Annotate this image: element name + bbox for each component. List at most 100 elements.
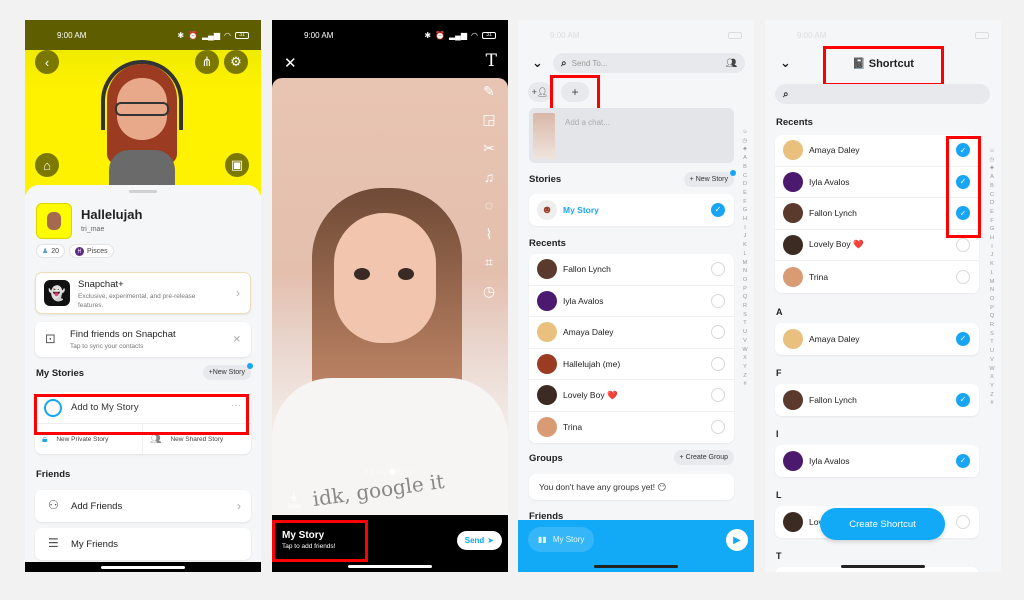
checkbox-unchecked[interactable] xyxy=(956,514,970,529)
new-story-button[interactable]: + New Story xyxy=(683,172,734,187)
contact-row[interactable]: Iyla Avalos ✓ xyxy=(775,167,979,198)
index-letter[interactable]: H xyxy=(743,215,747,224)
checkbox-checked[interactable]: ✓ xyxy=(956,143,970,158)
index-letter[interactable]: Y xyxy=(990,382,994,391)
text-tool-icon[interactable]: T xyxy=(486,51,497,71)
sticker-icon[interactable]: ◲ xyxy=(480,111,498,128)
index-letter[interactable]: L xyxy=(990,269,993,278)
index-letter[interactable]: O xyxy=(990,295,994,304)
index-letter[interactable]: C xyxy=(990,191,994,200)
contact-row[interactable]: Amaya Daley ✓ xyxy=(775,323,979,355)
pencil-icon[interactable]: ✎ xyxy=(480,83,498,100)
checkbox-checked[interactable]: ✓ xyxy=(956,331,970,346)
index-letter[interactable]: P xyxy=(990,304,994,313)
index-letter[interactable]: F xyxy=(990,217,993,226)
contact-row[interactable]: Trina xyxy=(529,412,734,444)
create-shortcut-button[interactable]: Create Shortcut xyxy=(820,508,945,540)
index-letter[interactable]: J xyxy=(744,232,747,241)
checkbox-unchecked[interactable] xyxy=(956,269,970,284)
contact-row[interactable]: Lovely Boy ❤️ xyxy=(775,230,979,261)
contact-row[interactable]: Iyla Avalos xyxy=(529,286,734,317)
index-letter[interactable]: B xyxy=(990,182,994,191)
send-button[interactable]: ▶ xyxy=(726,529,748,551)
index-letter[interactable]: ◷ xyxy=(990,156,995,165)
contact-row[interactable]: Hallelujah (me) xyxy=(529,349,734,380)
add-friend-button[interactable]: +👤︎ xyxy=(528,82,552,102)
index-letter[interactable]: D xyxy=(990,199,994,208)
sheet-handle[interactable] xyxy=(129,190,157,193)
checkbox-unchecked[interactable] xyxy=(711,356,725,371)
index-letter[interactable]: L xyxy=(743,250,746,259)
outfit-button[interactable]: ⌂ xyxy=(35,153,59,177)
my-story-selector[interactable]: My Story Tap to add friends! xyxy=(282,530,335,550)
checkbox-checked[interactable]: ✓ xyxy=(956,453,970,468)
add-friends-row[interactable]: ⚇ Add Friends › xyxy=(35,490,251,522)
lens-carousel[interactable]: ○○○○◉○○○ xyxy=(363,466,417,477)
index-letter[interactable]: ♣ xyxy=(990,164,994,173)
index-letter[interactable]: J xyxy=(991,251,994,260)
snap-score-chip[interactable]: ♟ 20 xyxy=(36,244,66,258)
checkbox-checked[interactable]: ✓ xyxy=(711,202,725,217)
index-letter[interactable]: ☺ xyxy=(989,147,995,156)
index-letter[interactable]: P xyxy=(743,285,747,294)
index-letter[interactable]: N xyxy=(990,286,994,295)
index-letter[interactable]: Z xyxy=(743,372,746,381)
index-letter[interactable]: V xyxy=(743,337,747,346)
index-letter[interactable]: W xyxy=(989,365,994,374)
add-shortcut-button[interactable]: + xyxy=(561,82,589,102)
new-group-icon[interactable]: 👥︎ xyxy=(726,58,737,69)
send-button[interactable]: Send ➤ xyxy=(456,531,502,550)
index-letter[interactable]: U xyxy=(743,328,747,337)
home-indicator[interactable] xyxy=(348,565,432,568)
send-to-search[interactable]: ⌕ Send To... 👥︎ xyxy=(553,53,745,73)
checkbox-checked[interactable]: ✓ xyxy=(956,392,970,407)
find-friends-card[interactable]: ⊡ Find friends on Snapchat Tap to sync y… xyxy=(35,322,251,357)
index-letter[interactable]: S xyxy=(743,311,747,320)
index-letter[interactable]: W xyxy=(742,346,747,355)
index-letter[interactable]: Q xyxy=(743,293,747,302)
new-shared-story-button[interactable]: 👥︎ New Shared Story xyxy=(143,424,251,454)
create-group-button[interactable]: + Create Group xyxy=(673,450,734,465)
add-chat-field[interactable]: Add a chat... xyxy=(529,108,734,163)
shortcut-search[interactable]: ⌕ xyxy=(775,84,990,104)
index-letter[interactable]: ☺ xyxy=(742,128,748,137)
index-letter[interactable]: ◷ xyxy=(743,137,748,146)
snapchat-plus-card[interactable]: 👻 Snapchat+ Exclusive, experimental, and… xyxy=(35,272,251,314)
index-letter[interactable]: # xyxy=(990,399,993,408)
alphabet-index[interactable]: ☺ ◷ ♣ A B C D E F G H I J K L M N O P Q R S T U V W X Y Z # xyxy=(740,128,750,389)
crop-icon[interactable]: ⌗ xyxy=(480,254,498,271)
selfie-button[interactable]: ▣ xyxy=(225,153,249,177)
checkbox-checked[interactable]: ✓ xyxy=(956,174,970,189)
shortcut-title[interactable]: 📓 Shortcut xyxy=(765,57,1001,70)
index-letter[interactable]: H xyxy=(990,234,994,243)
paperclip-icon[interactable]: ⌇ xyxy=(480,226,498,243)
my-friends-row[interactable]: ☰ My Friends xyxy=(35,528,251,560)
index-letter[interactable]: Z xyxy=(990,391,993,400)
index-letter[interactable]: U xyxy=(990,347,994,356)
index-letter[interactable]: E xyxy=(990,208,994,217)
index-letter[interactable]: C xyxy=(743,172,747,181)
zodiac-chip[interactable]: ♓ Pisces xyxy=(69,244,114,258)
index-letter[interactable]: S xyxy=(990,330,994,339)
index-letter[interactable]: V xyxy=(990,356,994,365)
index-letter[interactable]: K xyxy=(990,260,994,269)
home-indicator[interactable] xyxy=(101,566,185,569)
index-letter[interactable]: D xyxy=(743,180,747,189)
contact-row[interactable]: Fallon Lynch ✓ xyxy=(775,198,979,230)
contact-row[interactable]: Trina xyxy=(775,261,979,293)
index-letter[interactable]: O xyxy=(743,276,747,285)
index-letter[interactable]: A xyxy=(990,173,994,182)
checkbox-unchecked[interactable] xyxy=(711,293,725,308)
contact-row[interactable]: Fallon Lynch xyxy=(529,254,734,286)
story-row-my-story[interactable]: ☻ My Story ✓ xyxy=(529,194,734,226)
contact-row[interactable]: Fallon Lynch ✓ xyxy=(775,384,979,416)
contact-row[interactable]: Iyla Avalos ✓ xyxy=(775,445,979,477)
close-icon[interactable]: ✕ xyxy=(284,54,297,72)
timer-icon[interactable]: ◷ xyxy=(480,283,498,300)
index-letter[interactable]: X xyxy=(990,373,994,382)
index-letter[interactable]: M xyxy=(743,259,748,268)
index-letter[interactable]: K xyxy=(743,241,747,250)
music-icon[interactable]: ♫ xyxy=(480,169,498,185)
more-icon[interactable]: ··· xyxy=(231,400,241,411)
index-letter[interactable]: A xyxy=(743,154,747,163)
